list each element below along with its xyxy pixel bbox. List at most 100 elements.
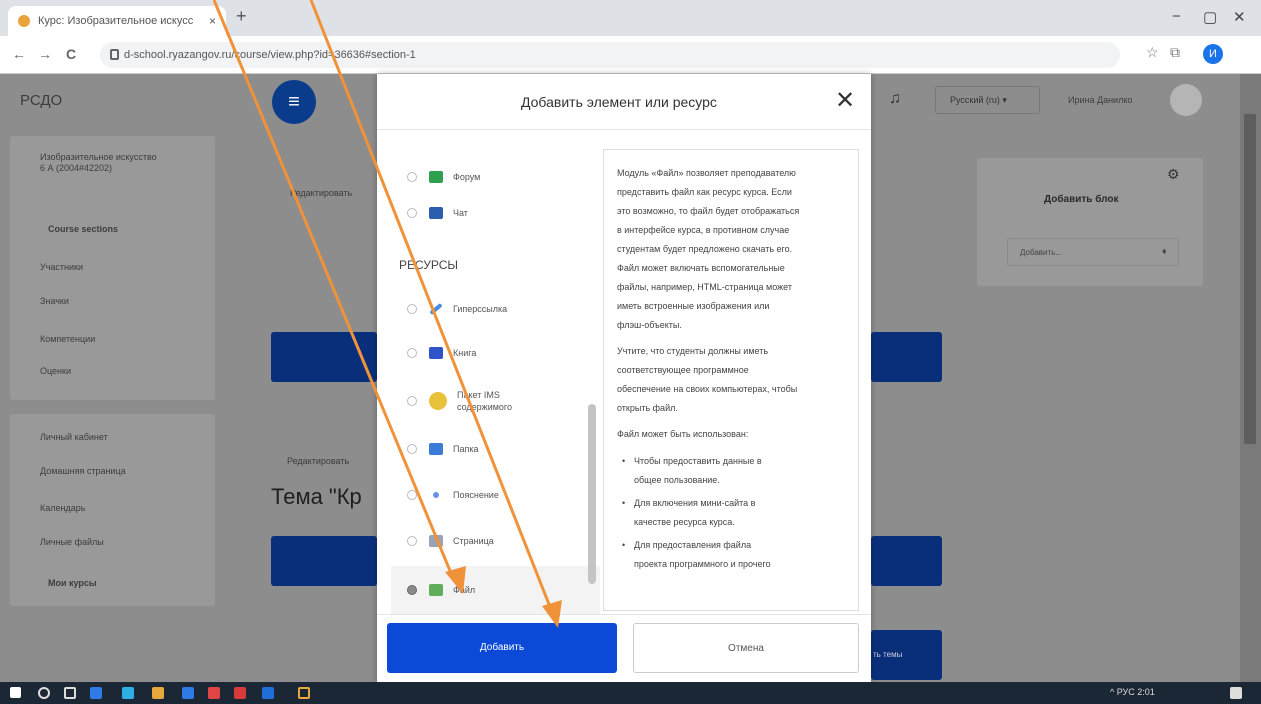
- lock-icon: [110, 49, 119, 60]
- chat-icon: [429, 207, 443, 219]
- taskbar-app-icon[interactable]: [122, 687, 134, 699]
- help-line: это возможно, то файл будет отображаться: [617, 206, 800, 216]
- new-tab-button[interactable]: +: [236, 6, 247, 27]
- search-icon[interactable]: [38, 687, 50, 699]
- add-button[interactable]: Добавить: [387, 623, 617, 673]
- help-line: файлы, например, HTML-страница может: [617, 282, 792, 292]
- taskbar-app-icon[interactable]: [208, 687, 220, 699]
- radio-button[interactable]: [407, 536, 417, 546]
- minimize-button[interactable]: −: [1172, 8, 1181, 25]
- system-tray[interactable]: ^ РУС 2:01: [1110, 687, 1155, 697]
- notifications-icon[interactable]: [1230, 687, 1242, 699]
- notification-bell-icon[interactable]: ♫: [889, 90, 901, 108]
- help-line: в интерфейсе курса, в противном случае: [617, 225, 790, 235]
- add-block-select[interactable]: Добавить... ♦: [1007, 238, 1179, 266]
- list-item-book[interactable]: Книга: [391, 340, 600, 366]
- taskbar-app-icon[interactable]: [234, 687, 246, 699]
- sidebar-item-calendar[interactable]: Календарь: [40, 503, 85, 513]
- main-menu-button[interactable]: ≡: [272, 80, 316, 124]
- browser-tab[interactable]: Курс: Изобразительное искусс ×: [8, 6, 226, 36]
- edit-topic-label[interactable]: Редактировать: [287, 456, 349, 466]
- reload-button[interactable]: C: [66, 46, 76, 62]
- radio-button[interactable]: [407, 490, 417, 500]
- file-icon: [429, 584, 443, 596]
- sidebar-item-my-courses[interactable]: Мои курсы: [48, 578, 97, 588]
- page-scrollbar[interactable]: [1240, 74, 1261, 682]
- taskbar-app-icon[interactable]: [298, 687, 310, 699]
- topic-title: Тема "Кр: [271, 484, 362, 509]
- radio-button[interactable]: [407, 208, 417, 218]
- item-label: Гиперссылка: [453, 304, 508, 314]
- radio-button[interactable]: [407, 172, 417, 182]
- extension-icon[interactable]: ⧉: [1170, 44, 1180, 61]
- list-scrollbar-thumb[interactable]: [588, 404, 596, 584]
- sidebar-item-participants[interactable]: Участники: [40, 262, 83, 272]
- sidebar-item-competencies[interactable]: Компетенции: [40, 334, 95, 344]
- list-item-label[interactable]: Пояснение: [391, 482, 600, 508]
- help-line: Файл может быть использован:: [617, 429, 749, 439]
- add-theme-button[interactable]: ть темы: [871, 630, 942, 680]
- sidebar-course-name[interactable]: Изобразительное искусство 6 А (2004#4220…: [40, 152, 160, 174]
- windows-taskbar: ^ РУС 2:01: [0, 682, 1261, 704]
- task-view-icon[interactable]: [64, 687, 76, 699]
- windows-start-icon[interactable]: [10, 687, 21, 698]
- user-name[interactable]: Ирина Данилко: [1068, 95, 1132, 105]
- list-item-url[interactable]: Гиперссылка: [391, 296, 600, 322]
- book-icon: [429, 347, 443, 359]
- forum-icon: [429, 171, 443, 183]
- link-icon: [429, 302, 443, 316]
- select-caret-icon: ♦: [1162, 246, 1167, 256]
- radio-button[interactable]: [407, 444, 417, 454]
- sidebar-item-dashboard[interactable]: Личный кабинет: [40, 432, 108, 442]
- help-bullet-cont: проекта программного и прочего: [634, 559, 771, 569]
- modal-close-icon[interactable]: ✕: [835, 86, 855, 115]
- folder-icon: [429, 443, 443, 455]
- modal-header: Добавить элемент или ресурс ✕: [377, 74, 871, 130]
- back-button[interactable]: ←: [12, 46, 26, 62]
- list-item-forum[interactable]: Форум: [391, 164, 600, 190]
- radio-button[interactable]: [407, 304, 417, 314]
- radio-button[interactable]: [407, 396, 417, 406]
- radio-button[interactable]: [407, 585, 417, 595]
- edit-section-label[interactable]: Редактировать: [290, 188, 352, 198]
- list-item-folder[interactable]: Папка: [391, 436, 600, 462]
- help-line: студентам будет предложено скачать его.: [617, 244, 793, 254]
- site-brand[interactable]: РСДО: [20, 92, 62, 109]
- sidebar-item-course-sections[interactable]: Course sections: [48, 224, 118, 234]
- sidebar-item-home[interactable]: Домашняя страница: [40, 466, 126, 476]
- sidebar-item-files[interactable]: Личные файлы: [40, 537, 104, 547]
- help-line: открыть файл.: [617, 403, 678, 413]
- help-line: флэш-объекты.: [617, 320, 682, 330]
- language-selector[interactable]: Русский (ru) ▾: [935, 86, 1040, 114]
- help-bullet: Чтобы предоставить данные в: [622, 452, 762, 471]
- tab-close-icon[interactable]: ×: [209, 14, 216, 28]
- user-avatar[interactable]: [1170, 84, 1202, 116]
- cancel-button[interactable]: Отмена: [633, 623, 859, 673]
- taskbar-app-icon[interactable]: [152, 687, 164, 699]
- sidebar-item-grades[interactable]: Оценки: [40, 366, 71, 376]
- list-item-page[interactable]: Страница: [391, 528, 600, 554]
- sidebar-item-badges[interactable]: Значки: [40, 296, 69, 306]
- list-scrollbar[interactable]: [588, 149, 596, 599]
- page-scrollbar-thumb[interactable]: [1244, 114, 1256, 444]
- add-block-title: Добавить блок: [1044, 194, 1119, 205]
- add-block-card: ⚙ Добавить блок Добавить... ♦: [977, 158, 1203, 286]
- taskbar-app-icon[interactable]: [90, 687, 102, 699]
- forward-button[interactable]: →: [38, 46, 52, 62]
- item-label: Книга: [453, 348, 477, 358]
- window-close-button[interactable]: ✕: [1233, 8, 1246, 26]
- address-bar[interactable]: d-school.ryazangov.ru/course/view.php?id…: [100, 42, 1120, 68]
- radio-button[interactable]: [407, 348, 417, 358]
- section-button-bg-right: [871, 332, 942, 382]
- maximize-button[interactable]: ▢: [1203, 8, 1217, 26]
- profile-avatar[interactable]: И: [1203, 44, 1223, 64]
- help-line: представить файл как ресурс курса. Если: [617, 187, 792, 197]
- list-item-chat[interactable]: Чат: [391, 200, 600, 226]
- taskbar-app-icon[interactable]: [182, 687, 194, 699]
- item-label: Страница: [453, 536, 494, 546]
- bookmark-star-icon[interactable]: ☆: [1146, 44, 1159, 61]
- gear-icon[interactable]: ⚙: [1167, 166, 1180, 183]
- taskbar-app-icon[interactable]: [262, 687, 274, 699]
- list-item-file[interactable]: Файл: [391, 566, 600, 614]
- list-item-ims-package[interactable]: Пакет IMS содержимого: [391, 384, 600, 418]
